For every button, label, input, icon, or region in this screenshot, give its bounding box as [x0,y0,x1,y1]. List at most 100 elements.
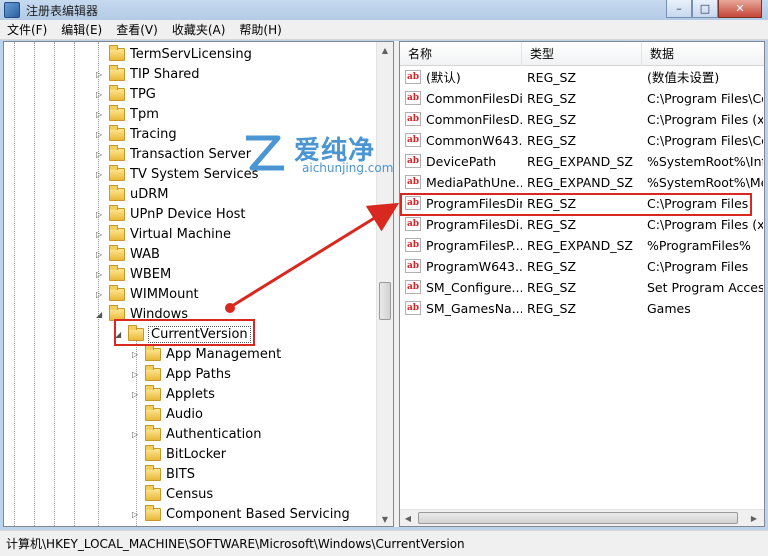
value-type: REG_SZ [527,112,577,127]
tree-item[interactable]: ▷ WIMMount [96,284,199,304]
value-row[interactable]: ab ProgramFilesDi... REG_SZ C:\Program File… [400,214,764,235]
menu-help[interactable]: 帮助(H) [232,20,288,40]
menu-favorites[interactable]: 收藏夹(A) [165,20,233,40]
tree-item[interactable]: ▷ Transaction Server [96,144,251,164]
tree-expander-icon[interactable]: ▷ [96,230,105,239]
tree-item[interactable]: Audio [132,404,203,424]
scroll-right-arrow-icon[interactable]: ▶ [746,510,762,526]
value-name: DevicePath [426,154,497,169]
menu-edit[interactable]: 编辑(E) [54,20,109,40]
value-row[interactable]: ab CommonFilesD... REG_SZ C:\Program Files … [400,109,764,130]
tree-expander-icon[interactable]: ▷ [96,70,105,79]
value-row[interactable]: ab DevicePath REG_EXPAND_SZ %SystemRoot%\In… [400,151,764,172]
tree-item[interactable]: ▷ Virtual Machine [96,224,231,244]
value-name: CommonFilesDir [426,91,522,106]
tree-expander-icon[interactable]: ▷ [96,250,105,259]
tree-item[interactable]: ▷ WBEM [96,264,171,284]
tree-item[interactable]: ▷ App Management [132,344,281,364]
tree-expander-icon[interactable]: ▷ [96,170,105,179]
regedit-app-icon [4,2,20,18]
value-row[interactable]: ab SM_GamesNa... REG_SZ Games [400,298,764,319]
tree-expander-icon[interactable]: ▷ [96,90,105,99]
value-row[interactable]: ab CommonFilesDir REG_SZ C:\Program Files\C… [400,88,764,109]
folder-icon [145,344,161,361]
tree-item[interactable]: ▷ App Paths [132,364,231,384]
tree-item[interactable]: BITS [132,464,195,484]
value-data: %SystemRoot%\Inf [647,154,763,169]
folder-icon [109,204,125,221]
menu-view[interactable]: 查看(V) [109,20,165,40]
tree-item[interactable]: ▷ TPG [96,84,156,104]
tree-item-label: Tpm [130,106,159,122]
column-data[interactable]: 数据 [642,42,764,66]
tree-item[interactable]: ▷ Applets [132,384,215,404]
folder-icon [109,104,125,121]
tree-expander-icon[interactable]: ▷ [96,270,105,279]
value-row[interactable]: ab ProgramW643... REG_SZ C:\Program Files [400,256,764,277]
tree-item-label: TV System Services [130,166,259,182]
window-title: 注册表编辑器 [26,4,99,18]
tree-item[interactable]: ▷ UPnP Device Host [96,204,246,224]
value-row[interactable]: ab (默认) REG_SZ (数值未设置) [400,67,764,88]
tree-scroll-thumb[interactable] [379,282,391,320]
tree-expander-icon[interactable]: ▷ [96,210,105,219]
tree-item[interactable]: ▷ Authentication [132,424,261,444]
tree-item-label: uDRM [130,186,169,202]
value-name: ProgramW643... [426,259,522,274]
tree-expander-icon[interactable]: ▷ [96,150,105,159]
minimize-button[interactable]: – [666,0,692,18]
tree-vertical-scrollbar[interactable]: ▲ ▼ [376,42,393,526]
value-data: C:\Program Files (x8 [647,112,763,127]
tree-item-label: BITS [166,466,195,482]
tree-item[interactable]: ▷ TV System Services [96,164,258,184]
tree-item[interactable]: ▷ Component Based Servicing [132,504,350,524]
tree-expander-icon[interactable]: ▷ [96,290,105,299]
scroll-left-arrow-icon[interactable]: ◀ [400,510,416,526]
column-type[interactable]: 类型 [522,42,642,66]
folder-icon [109,224,125,241]
value-name: MediaPathUne... [426,175,522,190]
tree-item-label: WBEM [130,266,172,282]
tree-item[interactable]: ▷ Tpm [96,104,159,124]
tree-item[interactable]: Census [132,484,213,504]
scroll-up-arrow-icon[interactable]: ▲ [377,42,393,59]
maximize-button[interactable]: □ [692,0,718,18]
tree-item[interactable]: uDRM [96,184,169,204]
value-data: Set Program Access [647,280,763,295]
tree-expander-icon[interactable]: ▷ [132,350,141,359]
folder-icon [109,164,125,181]
string-value-icon: ab [405,112,421,126]
value-row[interactable]: ab MediaPathUne... REG_EXPAND_SZ %SystemRoo… [400,172,764,193]
tree-item[interactable]: ▷ WAB [96,244,160,264]
tree-item[interactable]: ▷ Tracing [96,124,177,144]
value-type: REG_SZ [527,133,577,148]
tree-expander-icon[interactable]: ▷ [132,510,141,519]
folder-icon [109,244,125,261]
watermark-text-en: aichunjing.com [302,161,394,175]
tree-expander-icon[interactable]: ▷ [132,370,141,379]
tree-expander-icon[interactable]: ◢ [96,310,105,319]
scroll-down-arrow-icon[interactable]: ▼ [377,511,393,526]
tree-expander-icon[interactable]: ▷ [132,430,141,439]
tree-item[interactable]: TermServLicensing [96,44,252,64]
tree-expander-icon[interactable]: ▷ [96,130,105,139]
tree-expander-icon[interactable]: ▷ [96,110,105,119]
tree-expander-icon[interactable]: ▷ [132,390,141,399]
value-row[interactable]: ab SM_Configure... REG_SZ Set Program Acces… [400,277,764,298]
tree-item[interactable]: BitLocker [132,444,226,464]
tree-item-label: Applets [166,386,215,402]
column-name[interactable]: 名称 [400,42,522,66]
tree-guide-line [74,42,75,526]
value-row[interactable]: ab CommonW643... REG_SZ C:\Program Files\Co [400,130,764,151]
value-type: REG_SZ [527,217,577,232]
values-scroll-thumb[interactable] [418,512,738,524]
close-button[interactable]: ✕ [718,0,762,18]
value-name: CommonW643... [426,133,522,148]
title-bar: 注册表编辑器 – □ ✕ [0,0,768,20]
menu-file[interactable]: 文件(F) [0,20,54,40]
tree-item[interactable]: ▷ TIP Shared [96,64,200,84]
values-horizontal-scrollbar[interactable]: ◀ ▶ [400,509,764,526]
value-row[interactable]: ab ProgramFilesP... REG_EXPAND_SZ %ProgramF… [400,235,764,256]
